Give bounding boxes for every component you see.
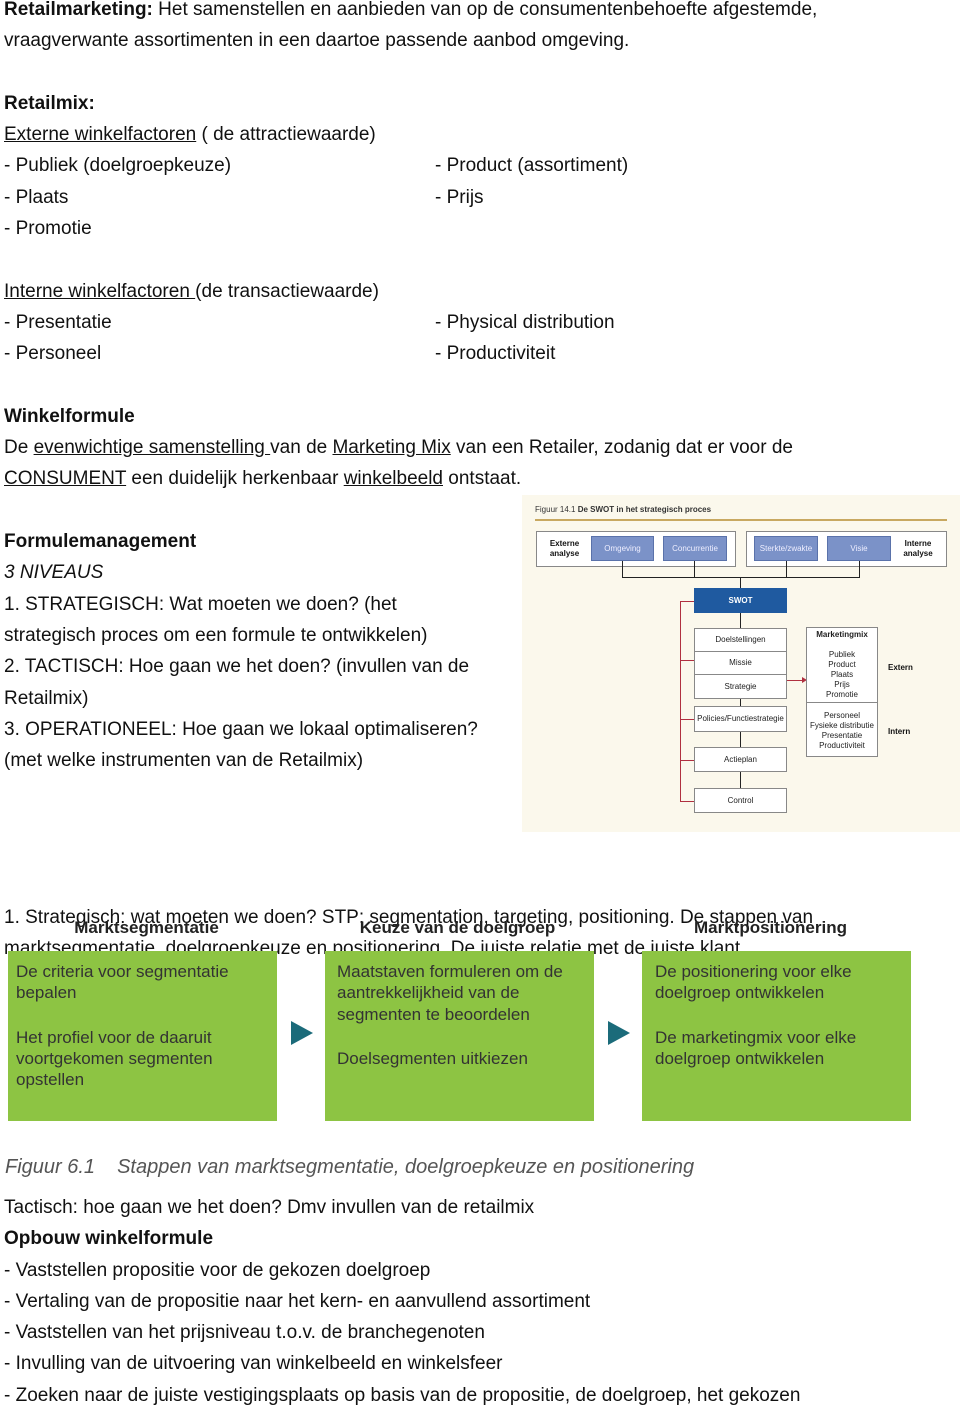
marketingmix-item: Presentatie bbox=[821, 731, 863, 740]
winkelformule-heading: Winkelformule bbox=[4, 405, 135, 427]
retailmix-heading: Retailmix: bbox=[4, 92, 95, 114]
arrow-right-icon bbox=[291, 1021, 313, 1045]
marketingmix-item: Promotie bbox=[825, 690, 858, 699]
marketingmix-item: Publiek bbox=[828, 650, 856, 659]
swot-box: SWOT bbox=[694, 588, 787, 613]
marketingmix-item: Personeel bbox=[823, 711, 861, 720]
marketingmix-item: Prijs bbox=[834, 680, 850, 689]
step-box-doelgroep: Maatstaven formuleren om de aantrekkelij… bbox=[325, 951, 594, 1121]
step-box-marktsegmentatie: De criteria voor segmentatie bepalen Het … bbox=[8, 951, 277, 1121]
swot-figure: Figuur 14.1 De SWOT in het strategisch p… bbox=[522, 495, 960, 832]
marketingmix-item: Product bbox=[828, 660, 856, 669]
text-bottom: Tactisch: hoe gaan we het doen? Dmv invu… bbox=[4, 1197, 801, 1406]
step-box-positionering: De positionering voor elke doelgroep ont… bbox=[642, 951, 911, 1121]
marketingmix-item: Fysieke distributie bbox=[809, 721, 875, 730]
formulemanagement-heading: Formulemanagement bbox=[4, 531, 197, 553]
figure-caption: Figuur 6.1 Stappen van marktsegmentatie, … bbox=[5, 1156, 695, 1178]
intro: Retailmarketing: Het samenstellen en aan… bbox=[4, 0, 818, 20]
swot-figure-title: Figuur 14.1 De SWOT in het strategisch p… bbox=[535, 505, 712, 514]
marketingmix-item: Productiviteit bbox=[819, 741, 865, 750]
arrow-right-icon bbox=[608, 1021, 630, 1045]
marketingmix-item: Plaats bbox=[830, 670, 854, 679]
